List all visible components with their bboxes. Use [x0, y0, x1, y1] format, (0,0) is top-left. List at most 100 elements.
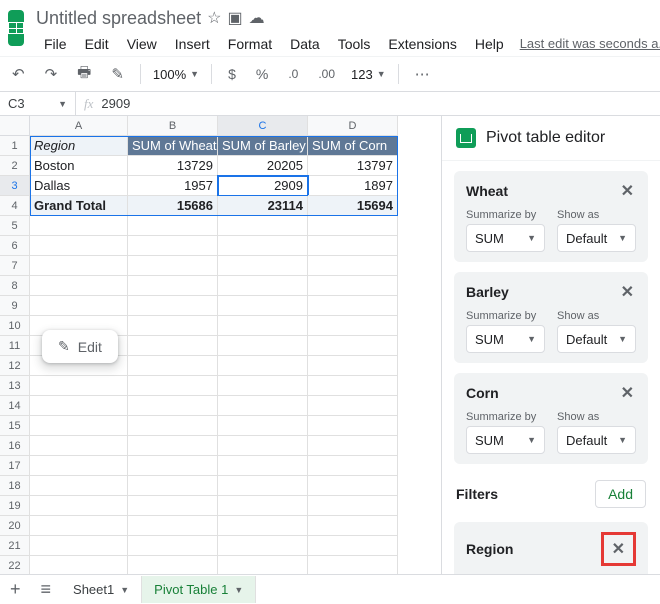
empty-cell[interactable]	[218, 396, 308, 416]
menu-insert[interactable]: Insert	[167, 32, 218, 56]
grand-total-cell[interactable]: 15686	[128, 196, 218, 216]
empty-cell[interactable]	[308, 476, 398, 496]
row-header[interactable]: 6	[0, 236, 30, 256]
menu-data[interactable]: Data	[282, 32, 328, 56]
row-header[interactable]: 18	[0, 476, 30, 496]
table-cell[interactable]: 1957	[128, 176, 218, 196]
add-filter-button[interactable]: Add	[595, 480, 646, 508]
empty-cell[interactable]	[308, 436, 398, 456]
col-header-c[interactable]: C	[218, 116, 308, 136]
row-header[interactable]: 7	[0, 256, 30, 276]
col-header-a[interactable]: A	[30, 116, 128, 136]
row-header[interactable]: 5	[0, 216, 30, 236]
row-header[interactable]: 9	[0, 296, 30, 316]
remove-filter-button[interactable]: ✕	[601, 532, 636, 566]
empty-cell[interactable]	[128, 336, 218, 356]
cloud-icon[interactable]: ☁	[249, 8, 265, 28]
col-header-b[interactable]: B	[128, 116, 218, 136]
row-header[interactable]: 3	[0, 176, 30, 196]
showas-select[interactable]: Default▼	[557, 325, 636, 353]
summarize-select[interactable]: SUM▼	[466, 426, 545, 454]
empty-cell[interactable]	[218, 376, 308, 396]
menu-extensions[interactable]: Extensions	[380, 32, 464, 56]
menu-tools[interactable]: Tools	[330, 32, 379, 56]
empty-cell[interactable]	[30, 416, 128, 436]
empty-cell[interactable]	[218, 556, 308, 576]
number-format-select[interactable]: 123▼	[351, 67, 386, 82]
row-header[interactable]: 15	[0, 416, 30, 436]
table-cell-selected[interactable]: 2909	[218, 176, 308, 196]
empty-cell[interactable]	[128, 236, 218, 256]
empty-cell[interactable]	[218, 336, 308, 356]
empty-cell[interactable]	[308, 316, 398, 336]
remove-value-button[interactable]: ✕	[619, 282, 636, 302]
empty-cell[interactable]	[30, 496, 128, 516]
empty-cell[interactable]	[30, 476, 128, 496]
currency-icon[interactable]: $	[224, 64, 240, 84]
empty-cell[interactable]	[128, 436, 218, 456]
empty-cell[interactable]	[30, 556, 128, 576]
empty-cell[interactable]	[218, 356, 308, 376]
empty-cell[interactable]	[30, 256, 128, 276]
tab-sheet1[interactable]: Sheet1▼	[61, 576, 142, 603]
redo-icon[interactable]: ↷	[41, 63, 62, 85]
edit-pivot-button[interactable]: ✎ Edit	[42, 330, 118, 363]
select-all-corner[interactable]	[0, 116, 30, 136]
empty-cell[interactable]	[218, 256, 308, 276]
remove-value-button[interactable]: ✕	[619, 181, 636, 201]
empty-cell[interactable]	[128, 356, 218, 376]
empty-cell[interactable]	[218, 516, 308, 536]
empty-cell[interactable]	[218, 236, 308, 256]
grand-total-cell[interactable]: 23114	[218, 196, 308, 216]
empty-cell[interactable]	[218, 216, 308, 236]
empty-cell[interactable]	[30, 516, 128, 536]
decrease-decimal-icon[interactable]: .0	[284, 65, 302, 83]
empty-cell[interactable]	[308, 336, 398, 356]
pivot-col-header[interactable]: SUM of Barley	[218, 136, 308, 156]
empty-cell[interactable]	[308, 276, 398, 296]
empty-cell[interactable]	[308, 456, 398, 476]
empty-cell[interactable]	[128, 256, 218, 276]
name-box[interactable]: C3▼	[0, 92, 76, 115]
doc-title[interactable]: Untitled spreadsheet	[36, 8, 201, 29]
tab-pivot-table-1[interactable]: Pivot Table 1▼	[142, 576, 256, 603]
table-cell[interactable]: 1897	[308, 176, 398, 196]
formula-bar[interactable]: 2909	[101, 96, 130, 111]
empty-cell[interactable]	[30, 396, 128, 416]
empty-cell[interactable]	[128, 496, 218, 516]
row-header[interactable]: 12	[0, 356, 30, 376]
row-header[interactable]: 20	[0, 516, 30, 536]
empty-cell[interactable]	[308, 516, 398, 536]
row-header[interactable]: 14	[0, 396, 30, 416]
empty-cell[interactable]	[128, 316, 218, 336]
empty-cell[interactable]	[308, 416, 398, 436]
empty-cell[interactable]	[218, 536, 308, 556]
empty-cell[interactable]	[308, 256, 398, 276]
empty-cell[interactable]	[308, 356, 398, 376]
empty-cell[interactable]	[218, 416, 308, 436]
empty-cell[interactable]	[128, 536, 218, 556]
row-header[interactable]: 2	[0, 156, 30, 176]
empty-cell[interactable]	[128, 416, 218, 436]
empty-cell[interactable]	[30, 436, 128, 456]
row-header[interactable]: 10	[0, 316, 30, 336]
summarize-select[interactable]: SUM▼	[466, 325, 545, 353]
empty-cell[interactable]	[30, 456, 128, 476]
showas-select[interactable]: Default▼	[557, 426, 636, 454]
empty-cell[interactable]	[128, 516, 218, 536]
empty-cell[interactable]	[128, 296, 218, 316]
paint-format-icon[interactable]: ✎	[107, 63, 128, 85]
pivot-region-label[interactable]: Region	[30, 136, 128, 156]
sheets-logo[interactable]	[8, 10, 24, 46]
add-sheet-button[interactable]: +	[0, 579, 31, 600]
table-cell[interactable]: 13729	[128, 156, 218, 176]
increase-decimal-icon[interactable]: .00	[314, 65, 339, 83]
empty-cell[interactable]	[218, 456, 308, 476]
zoom-select[interactable]: 100%▼	[153, 67, 199, 82]
table-cell[interactable]: 13797	[308, 156, 398, 176]
empty-cell[interactable]	[218, 436, 308, 456]
empty-cell[interactable]	[308, 396, 398, 416]
table-cell[interactable]: Dallas	[30, 176, 128, 196]
empty-cell[interactable]	[218, 496, 308, 516]
summarize-select[interactable]: SUM▼	[466, 224, 545, 252]
